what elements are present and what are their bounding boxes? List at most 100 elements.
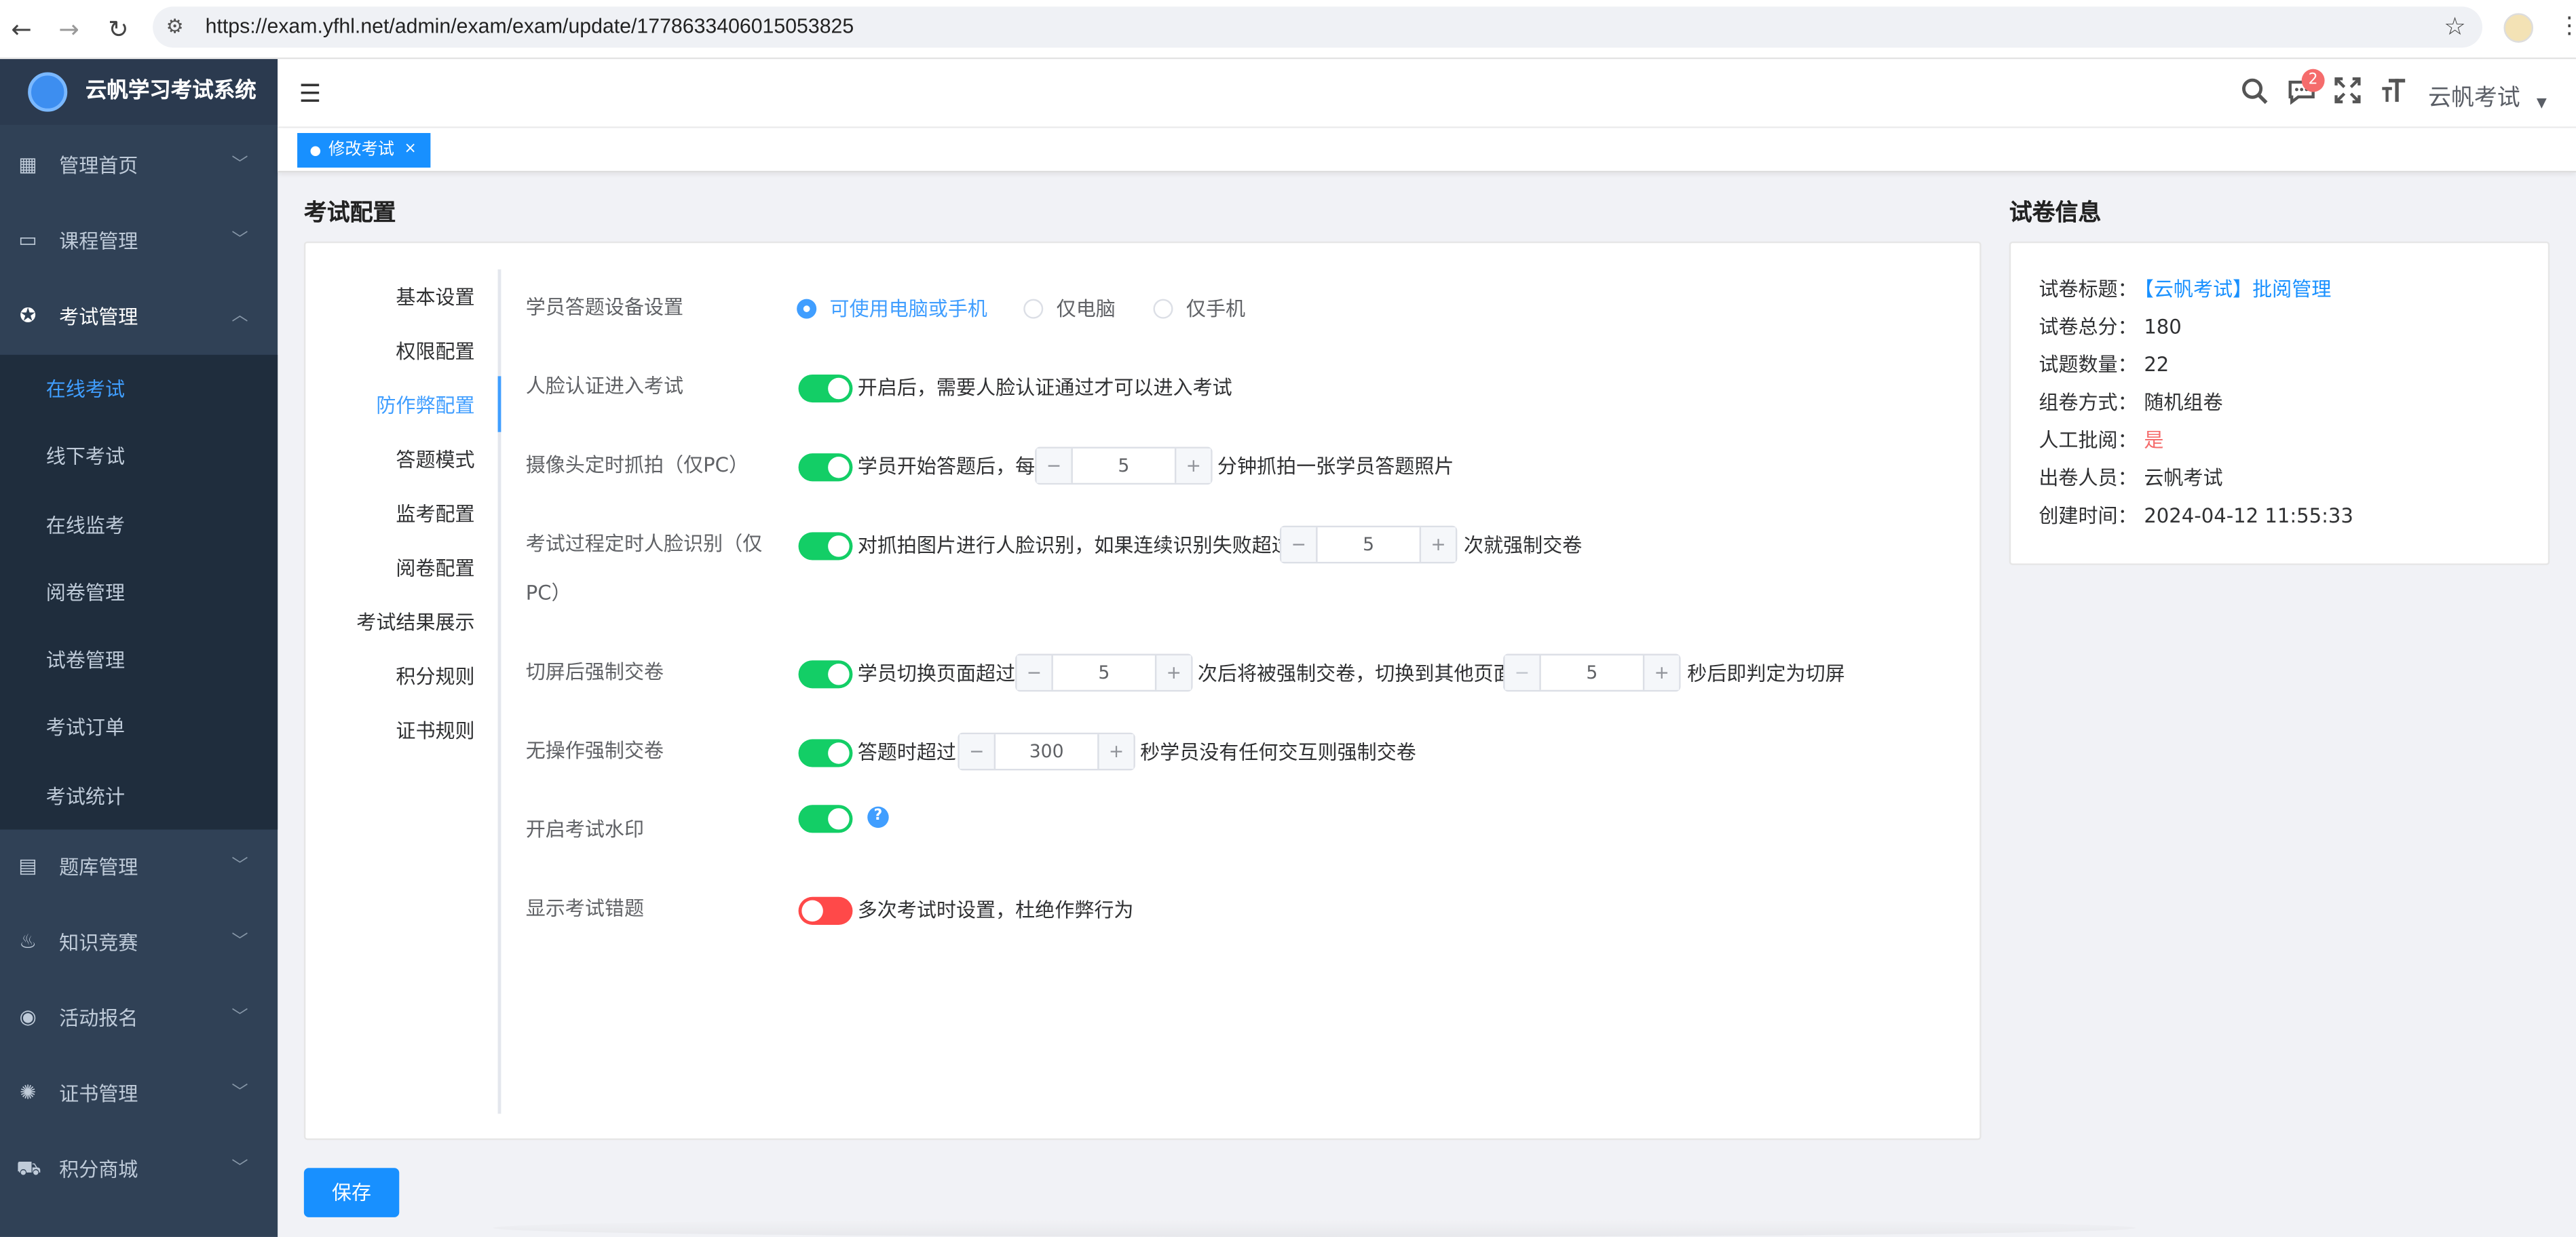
brand[interactable]: 云帆学习考试系统 xyxy=(0,59,278,125)
submenu-item-grading[interactable]: 阅卷管理 xyxy=(0,558,278,626)
address-bar[interactable]: ⚙ https://exam.yfhl.net/admin/exam/exam/… xyxy=(153,6,2482,48)
tab-anti-cheat[interactable]: 防作弊配置 xyxy=(376,391,474,421)
user-name[interactable]: 云帆考试 xyxy=(2428,82,2520,115)
stepper-value[interactable]: 5 xyxy=(1318,527,1420,562)
minus-icon[interactable]: − xyxy=(959,734,996,769)
config-tabs: 基本设置 权限配置 防作弊配置 答题模式 监考配置 阅卷配置 考试结果展示 积分… xyxy=(305,243,501,1138)
plus-icon[interactable]: + xyxy=(1174,448,1211,483)
radio-pc-only[interactable]: 仅电脑 xyxy=(1023,294,1116,324)
tab-result-display[interactable]: 考试结果展示 xyxy=(356,608,474,638)
save-button[interactable]: 保存 xyxy=(303,1168,400,1217)
plus-icon[interactable]: + xyxy=(1097,734,1134,769)
exam-config-title: 考试配置 xyxy=(303,200,396,227)
tab-basic[interactable]: 基本设置 xyxy=(396,282,474,312)
hamburger-icon[interactable]: ☰ xyxy=(299,79,322,109)
bottom-shadow xyxy=(493,1219,2136,1237)
tab-points-rule[interactable]: 积分规则 xyxy=(396,662,474,692)
radio-pc-or-mobile[interactable]: 可使用电脑或手机 xyxy=(797,294,987,324)
caret-down-icon[interactable]: ▼ xyxy=(2537,92,2547,115)
sidebar-item-label: 知识竞赛 xyxy=(59,931,138,955)
sidebar-item-certificate[interactable]: ✺ 证书管理 ﹀ xyxy=(0,1057,278,1132)
site-settings-icon[interactable]: ⚙ xyxy=(166,13,184,41)
tab-grading[interactable]: 阅卷配置 xyxy=(396,554,474,584)
stepper-value[interactable]: 300 xyxy=(996,734,1097,769)
minus-icon[interactable]: − xyxy=(1504,655,1541,690)
bookmark-star-icon[interactable]: ☆ xyxy=(2444,10,2466,43)
face-recognition-label-1: 考试过程定时人脸识别（仅 xyxy=(525,532,763,556)
top-navbar: ☰ 2 云帆考试 ▼ xyxy=(278,59,2576,128)
tab-certificate-rule[interactable]: 证书规则 xyxy=(396,717,474,746)
submenu-item-orders[interactable]: 考试订单 xyxy=(0,694,278,762)
close-icon[interactable]: × xyxy=(404,135,417,166)
sidebar-item-contest[interactable]: ♨ 知识竞赛 ﹀ xyxy=(0,905,278,981)
face-fail-stepper[interactable]: − 5 + xyxy=(1279,525,1458,564)
switch-count-stepper[interactable]: − 5 + xyxy=(1015,653,1193,692)
switch-screen-switch[interactable] xyxy=(798,660,853,689)
face-entry-switch[interactable] xyxy=(798,374,853,403)
paper-info-card: 试卷标题： 【云帆考试】批阅管理 试卷总分： 180 试题数量： 22 组卷方式： 随机… xyxy=(2009,241,2550,565)
submenu-item-online-proctor[interactable]: 在线监考 xyxy=(0,491,278,558)
submenu-item-papers[interactable]: 试卷管理 xyxy=(0,626,278,694)
plus-icon[interactable]: + xyxy=(1642,655,1680,690)
paper-info-row: 人工批阅：是 xyxy=(2039,425,2163,455)
chevron-down-icon: ﹀ xyxy=(231,155,248,174)
stepper-value[interactable]: 5 xyxy=(1073,449,1175,483)
plus-icon[interactable]: + xyxy=(1419,527,1456,562)
info-key: 试题数量： xyxy=(2039,353,2138,377)
camera-interval-stepper[interactable]: − 5 + xyxy=(1035,446,1213,485)
brand-name: 云帆学习考试系统 xyxy=(85,79,257,104)
tag-edit-exam[interactable]: 修改考试 × xyxy=(297,133,431,168)
show-wrong-switch[interactable] xyxy=(798,896,853,925)
submenu-item-online-exam[interactable]: 在线考试 xyxy=(0,355,278,423)
browser-menu-icon[interactable]: ⋮ xyxy=(2558,10,2576,43)
search-icon[interactable] xyxy=(2241,77,2269,113)
sidebar-item-label: 积分商城 xyxy=(59,1158,138,1181)
chevron-down-icon: ﹀ xyxy=(231,231,248,250)
camera-capture-switch[interactable] xyxy=(798,453,853,482)
reload-icon[interactable]: ↻ xyxy=(102,13,134,45)
sidebar-item-course[interactable]: ▭ 课程管理 ﹀ xyxy=(0,204,278,279)
forward-arrow-icon[interactable]: → xyxy=(52,13,85,45)
radio-mobile-only[interactable]: 仅手机 xyxy=(1153,294,1245,324)
idle-submit-label: 无操作强制交卷 xyxy=(525,739,664,763)
chevron-down-icon: ﹀ xyxy=(231,1008,248,1027)
stepper-value[interactable]: 5 xyxy=(1053,655,1155,690)
radio-circle xyxy=(1153,299,1173,319)
chevron-down-icon: ﹀ xyxy=(231,1160,248,1178)
sidebar-item-exam[interactable]: ✪ 考试管理 ︿ xyxy=(0,280,278,355)
sidebar-item-question-bank[interactable]: ▤ 题库管理 ﹀ xyxy=(0,830,278,905)
idle-submit-switch[interactable] xyxy=(798,739,853,767)
minus-icon[interactable]: − xyxy=(1036,448,1073,483)
watermark-switch[interactable] xyxy=(798,805,853,833)
tab-permission[interactable]: 权限配置 xyxy=(396,337,474,366)
submenu-item-statistics[interactable]: 考试统计 xyxy=(0,762,278,830)
chevron-down-icon: ﹀ xyxy=(231,1084,248,1103)
submenu-item-offline-exam[interactable]: 线下考试 xyxy=(0,423,278,491)
submenu-label: 在线考试 xyxy=(45,377,126,401)
font-size-icon[interactable] xyxy=(2381,77,2407,112)
info-key: 创建时间： xyxy=(2039,504,2138,528)
switch-knob xyxy=(801,900,823,922)
help-icon[interactable]: ? xyxy=(867,806,889,829)
face-recognition-switch[interactable] xyxy=(798,532,853,560)
fullscreen-icon[interactable] xyxy=(2334,77,2361,112)
switch-seconds-stepper[interactable]: − 5 + xyxy=(1503,653,1681,692)
sidebar-item-dashboard[interactable]: ▦ 管理首页 ﹀ xyxy=(0,128,278,204)
plus-icon[interactable]: + xyxy=(1154,655,1192,690)
info-key: 人工批阅： xyxy=(2039,428,2138,452)
sidebar-item-activity[interactable]: ◉ 活动报名 ﹀ xyxy=(0,981,278,1056)
paper-title-link[interactable]: 【云帆考试】批阅管理 xyxy=(2144,278,2331,301)
tab-proctor[interactable]: 监考配置 xyxy=(396,499,474,529)
sidebar-item-label: 题库管理 xyxy=(59,856,138,879)
switch-screen-pre: 学员切换页面超过 xyxy=(857,662,1016,685)
switch-knob xyxy=(828,664,850,685)
tab-answer-mode[interactable]: 答题模式 xyxy=(396,445,474,475)
url-text[interactable]: https://exam.yfhl.net/admin/exam/exam/up… xyxy=(206,12,854,43)
stepper-value[interactable]: 5 xyxy=(1541,655,1643,690)
minus-icon[interactable]: − xyxy=(1017,655,1053,690)
profile-avatar-icon[interactable] xyxy=(2503,13,2534,43)
minus-icon[interactable]: − xyxy=(1281,527,1318,562)
sidebar-item-points-mall[interactable]: ⛟ 积分商城 ﹀ xyxy=(0,1132,278,1207)
back-arrow-icon[interactable]: ← xyxy=(5,13,37,45)
idle-seconds-stepper[interactable]: − 300 + xyxy=(958,732,1135,771)
